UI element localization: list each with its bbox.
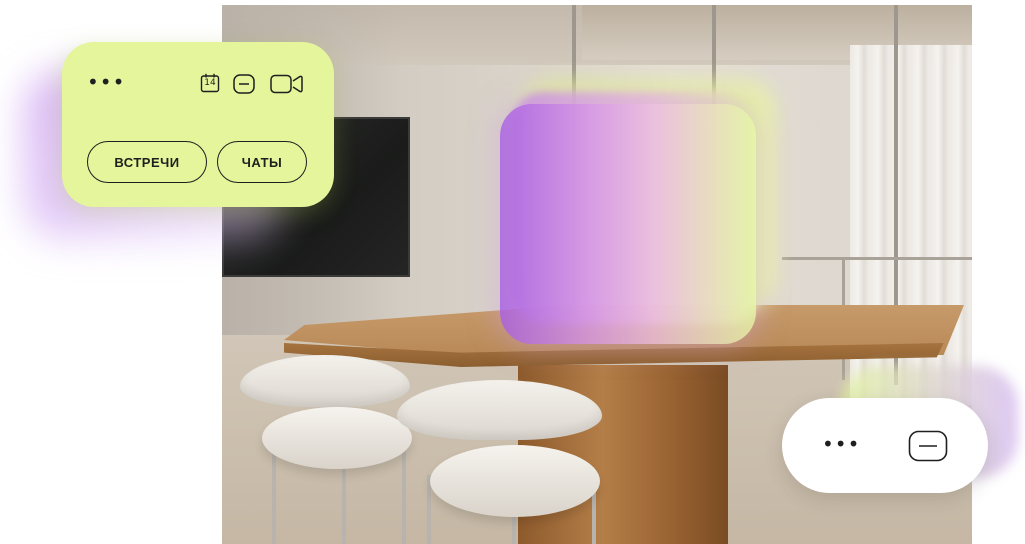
minimize-icon[interactable] (908, 430, 948, 462)
chats-button[interactable]: ЧАТЫ (217, 141, 307, 183)
chair-seat (430, 445, 600, 517)
toolbar-card: ••• 14 ВСТРЕЧИ ЧАТЫ (62, 42, 334, 207)
mini-control-card: ••• (782, 398, 988, 493)
more-dots-icon[interactable]: ••• (822, 434, 860, 454)
more-dots-icon[interactable]: ••• (87, 72, 125, 92)
meetings-button[interactable]: ВСТРЕЧИ (87, 141, 207, 183)
calendar-day-number: 14 (204, 78, 216, 88)
chair-leg (272, 445, 276, 544)
calendar-icon[interactable]: 14 (200, 73, 220, 93)
promo-scene: ••• 14 ВСТРЕЧИ ЧАТЫ ••• (0, 0, 1025, 544)
chair-seat (262, 407, 412, 469)
video-camera-icon[interactable] (270, 74, 304, 94)
chair-leg (402, 445, 406, 544)
gradient-glass-card (500, 104, 756, 344)
minimize-icon[interactable] (233, 74, 255, 94)
